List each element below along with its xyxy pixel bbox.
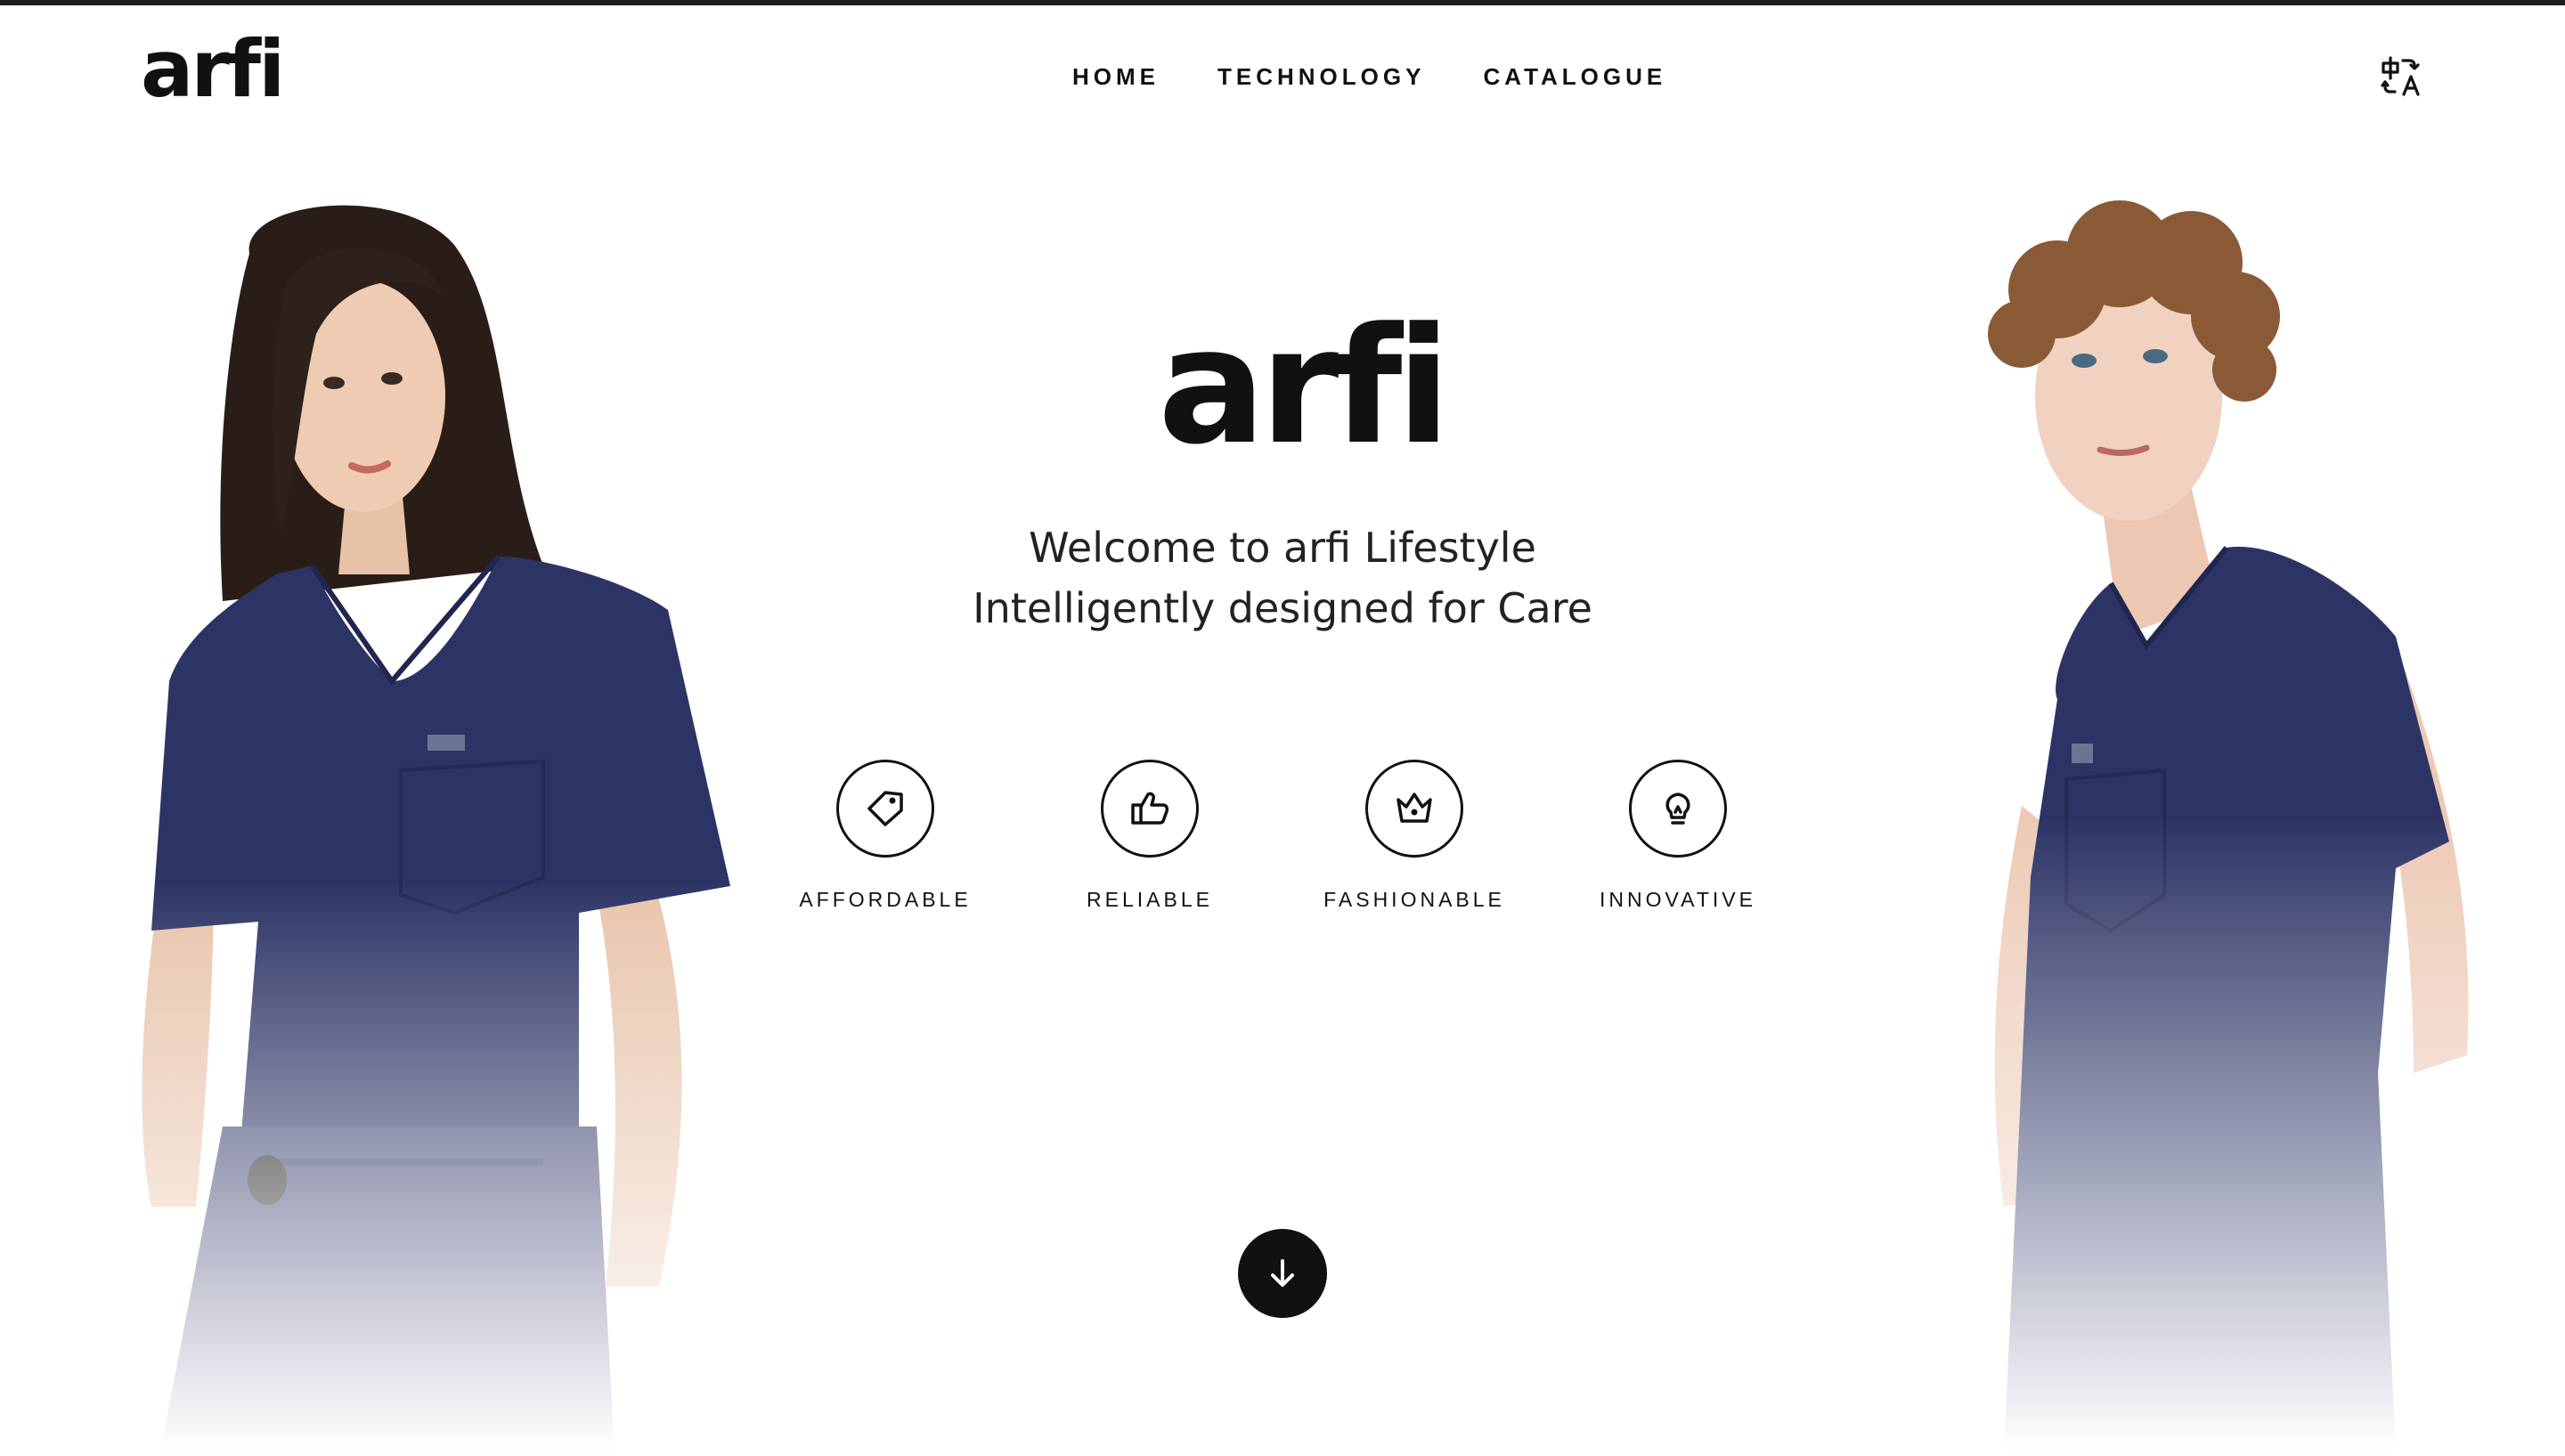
welcome-text: Welcome to arfi Lifestyle (1029, 524, 1536, 572)
male-model-image (1897, 183, 2503, 1452)
site-logo[interactable]: arfi (141, 30, 285, 109)
main-nav: HOME TECHNOLOGY CATALOGUE (1072, 62, 1666, 91)
thumbs-up-icon (1101, 760, 1199, 858)
feature-fashionable: FASHIONABLE (1299, 760, 1530, 912)
feature-label: AFFORDABLE (799, 888, 972, 911)
nav-catalogue[interactable]: CATALOGUE (1483, 62, 1666, 91)
scroll-down-button[interactable] (1238, 1229, 1327, 1318)
hero-logo: arfi (1158, 294, 1451, 480)
feature-label: INNOVATIVE (1600, 888, 1756, 911)
arrow-down-icon (1271, 1259, 1294, 1287)
feature-affordable: AFFORDABLE (770, 760, 1001, 912)
nav-home[interactable]: HOME (1072, 62, 1160, 91)
lightbulb-icon (1629, 760, 1727, 858)
feature-innovative: INNOVATIVE (1562, 760, 1794, 912)
feature-label: FASHIONABLE (1323, 888, 1505, 911)
price-tag-icon (836, 760, 934, 858)
translate-icon[interactable] (2380, 55, 2422, 98)
nav-technology[interactable]: TECHNOLOGY (1217, 62, 1425, 91)
top-border (0, 0, 2565, 5)
crown-icon (1365, 760, 1463, 858)
tagline-text: Intelligently designed for Care (973, 584, 1592, 632)
female-model-image (80, 183, 757, 1452)
feature-reliable: RELIABLE (1034, 760, 1266, 912)
feature-label: RELIABLE (1087, 888, 1213, 911)
